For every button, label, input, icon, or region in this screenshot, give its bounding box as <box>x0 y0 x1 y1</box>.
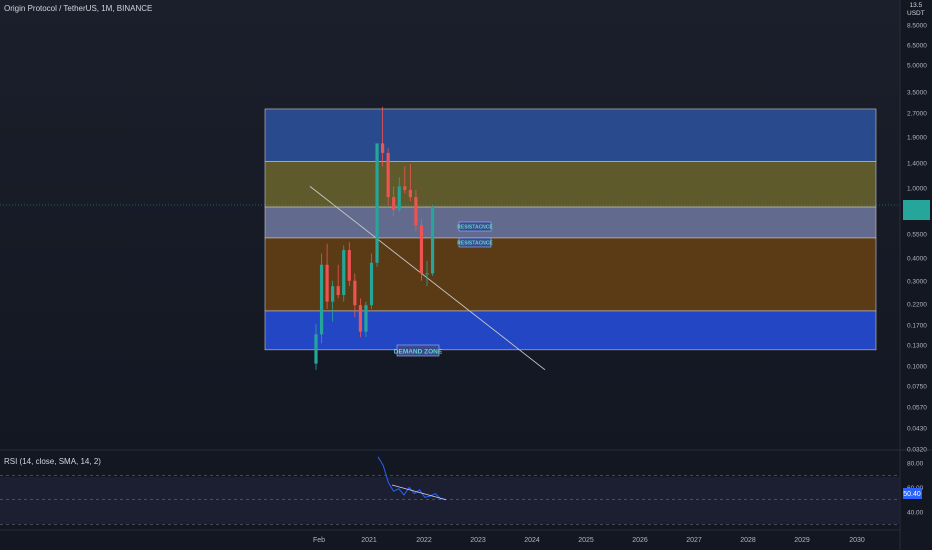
zone-band <box>264 237 877 312</box>
time-tick-label: 2026 <box>632 537 648 544</box>
price-tick-label: 6.5000 <box>907 43 927 50</box>
time-tick-label: 2023 <box>470 537 486 544</box>
unit-value: 13.5 <box>909 2 923 9</box>
price-tick-label: 8.5000 <box>907 23 927 30</box>
time-tick-label: 2021 <box>361 537 377 544</box>
candle-body[interactable] <box>392 197 396 210</box>
candle-body[interactable] <box>358 305 362 332</box>
zones-layer <box>264 108 877 351</box>
price-tick-label: 3.5000 <box>907 90 927 97</box>
candle-body[interactable] <box>414 197 418 226</box>
candle-body[interactable] <box>386 152 390 198</box>
candle-body[interactable] <box>331 286 335 302</box>
candle-body[interactable] <box>419 225 424 274</box>
price-tick-label: 1.0000 <box>907 186 927 193</box>
rsi-tick-label: 40.00 <box>907 510 924 517</box>
candle-body[interactable] <box>369 262 374 306</box>
time-tick-label: 2030 <box>849 537 865 544</box>
candle-body[interactable] <box>408 189 412 198</box>
time-tick-label: 2022 <box>416 537 432 544</box>
zone-band <box>264 310 877 351</box>
rsi-title: RSI (14, close, SMA, 14, 2) <box>4 457 101 466</box>
price-tick-label: 0.0570 <box>907 405 927 412</box>
rsi-band <box>0 477 900 524</box>
price-tick-label: 0.4000 <box>907 256 927 263</box>
candle-body[interactable] <box>336 286 340 296</box>
zone-label-text: RESISTACNCE <box>457 241 493 247</box>
time-tick-label: 2028 <box>740 537 756 544</box>
price-tick-label: 0.1700 <box>907 323 927 330</box>
candle-body[interactable] <box>397 186 401 210</box>
chart-canvas[interactable]: RESISTACNCE RESISTACNCE DEMAND ZONE 8.5000… <box>0 0 932 550</box>
unit-name: USDT <box>907 10 925 17</box>
currency-unit: 13.5 USDT <box>907 2 925 18</box>
chart-title: Origin Protocol / TetherUS, 1M, BINANCE <box>4 4 153 13</box>
candle-body[interactable] <box>375 143 379 263</box>
time-tick-label: 2029 <box>794 537 810 544</box>
zone-label-text: DEMAND ZONE <box>394 349 443 356</box>
candle-body[interactable] <box>319 264 324 335</box>
zone-band <box>264 161 877 208</box>
time-tick-label: 2024 <box>524 537 540 544</box>
price-tick-label: 5.0000 <box>907 63 927 70</box>
price-tick-label: 0.2200 <box>907 302 927 309</box>
price-tick-label: 0.3000 <box>907 279 927 286</box>
zone-band <box>264 108 877 162</box>
candle-body[interactable] <box>342 250 346 296</box>
price-tick-label: 0.0430 <box>907 426 927 433</box>
price-tick-label: 0.0750 <box>907 384 927 391</box>
candle-body[interactable] <box>347 250 351 281</box>
price-tick-label: 2.7000 <box>907 111 927 118</box>
zone-label-text: RESISTACNCE <box>457 225 493 231</box>
last-price-marker <box>903 200 930 220</box>
candle-body[interactable] <box>425 273 429 275</box>
time-tick-label: Feb <box>313 537 325 544</box>
candle-body[interactable] <box>430 207 435 274</box>
candle-body[interactable] <box>381 143 385 153</box>
price-tick-label: 0.5500 <box>907 232 927 239</box>
candle-body[interactable] <box>364 305 368 332</box>
price-tick-label: 0.0320 <box>907 447 927 454</box>
candle-body[interactable] <box>353 280 357 306</box>
rsi-value-text: 50.40 <box>903 491 921 498</box>
price-tick-label: 0.1000 <box>907 364 927 371</box>
price-tick-label: 1.9000 <box>907 135 927 142</box>
time-tick-label: 2025 <box>578 537 594 544</box>
candle-body[interactable] <box>314 334 318 364</box>
price-tick-label: 1.4000 <box>907 161 927 168</box>
rsi-tick-label: 80.00 <box>907 461 924 468</box>
price-tick-label: 0.1300 <box>907 343 927 350</box>
time-tick-label: 2027 <box>686 537 702 544</box>
candle-body[interactable] <box>403 186 407 190</box>
candle-body[interactable] <box>325 264 329 302</box>
